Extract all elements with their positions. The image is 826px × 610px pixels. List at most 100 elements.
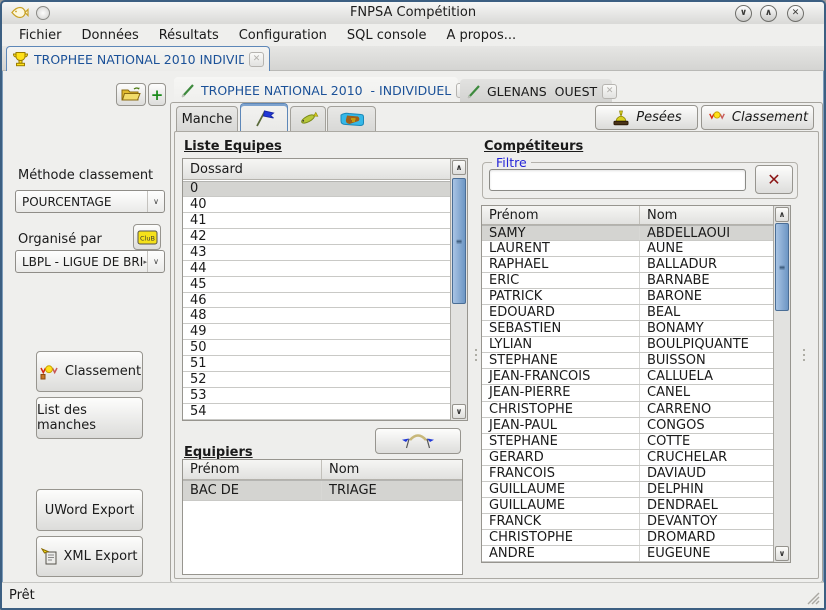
- equipes-header[interactable]: Dossard: [183, 159, 450, 180]
- scroll-up-icon[interactable]: ∧: [452, 160, 466, 175]
- table-row[interactable]: FRANCKDEVANTOY: [482, 514, 773, 530]
- table-row[interactable]: CHRISTOPHECARRENO: [482, 402, 773, 418]
- tab-close-icon[interactable]: ✕: [249, 52, 264, 67]
- table-row[interactable]: 43: [183, 245, 450, 261]
- tab-close-icon[interactable]: ✕: [602, 84, 617, 99]
- equipes-scrollbar[interactable]: ∧ ≡ ∨: [450, 159, 467, 420]
- competitors-header[interactable]: Prénom Nom: [482, 206, 773, 225]
- table-row[interactable]: 42: [183, 229, 450, 245]
- menu-a-propos[interactable]: A propos...: [437, 26, 525, 45]
- table-row[interactable]: 52: [183, 372, 450, 388]
- doc-tab-glenans[interactable]: GLENANS OUEST ✕: [460, 79, 612, 103]
- uword-export-label: UWord Export: [45, 503, 135, 518]
- table-row[interactable]: CHRISTOPHEDROMARD: [482, 530, 773, 546]
- table-row[interactable]: LYLIANBOULPIQUANTE: [482, 337, 773, 353]
- table-row[interactable]: 49: [183, 324, 450, 340]
- maximize-icon[interactable]: ∧: [760, 5, 777, 22]
- tab-manche[interactable]: Manche: [176, 106, 238, 131]
- close-icon[interactable]: ✕: [787, 5, 804, 22]
- xml-doc-icon: [41, 548, 58, 565]
- table-row[interactable]: GERARDCRUCHELAR: [482, 450, 773, 466]
- table-row[interactable]: JEAN-PIERRECANEL: [482, 385, 773, 401]
- tab-flag[interactable]: [240, 103, 288, 131]
- swap-equipier-button[interactable]: [375, 428, 461, 454]
- table-row[interactable]: 41: [183, 213, 450, 229]
- open-file-button[interactable]: [116, 83, 146, 106]
- menu-donnees[interactable]: Données: [73, 26, 148, 45]
- table-row[interactable]: JEAN-PAULCONGOS: [482, 418, 773, 434]
- menu-configuration[interactable]: Configuration: [230, 26, 336, 45]
- table-cell: BUISSON: [639, 353, 773, 368]
- fish-icon: [297, 111, 319, 127]
- resize-grip-icon[interactable]: [804, 589, 820, 605]
- table-row[interactable]: EDOUARDBEAL: [482, 305, 773, 321]
- table-row[interactable]: STEPHANECOTTE: [482, 434, 773, 450]
- menu-sql-console[interactable]: SQL console: [338, 26, 436, 45]
- scrollbar-thumb[interactable]: ≡: [452, 178, 466, 304]
- table-row[interactable]: ANDREEUGEUNE: [482, 546, 773, 562]
- table-cell: AUNE: [639, 241, 773, 256]
- menu-fichier[interactable]: Fichier: [10, 26, 71, 45]
- equipes-title: Liste Equipes: [184, 139, 282, 154]
- table-row[interactable]: 53: [183, 388, 450, 404]
- table-row[interactable]: 45: [183, 277, 450, 293]
- scroll-down-icon[interactable]: ∨: [452, 404, 466, 419]
- classement-sidebar-button[interactable]: Classement: [36, 351, 143, 392]
- clear-filter-button[interactable]: ✕: [755, 165, 793, 194]
- table-row[interactable]: BAC DETRIAGE: [183, 480, 462, 501]
- list-manches-label: List des manches: [37, 403, 142, 433]
- table-row[interactable]: 48: [183, 308, 450, 324]
- equipiers-header[interactable]: Prénom Nom: [183, 460, 462, 480]
- table-row[interactable]: GUILLAUMEDENDRAEL: [482, 498, 773, 514]
- method-select[interactable]: POURCENTAGE ∨: [15, 190, 165, 213]
- minimize-icon[interactable]: ∨: [735, 5, 752, 22]
- table-row[interactable]: 51: [183, 356, 450, 372]
- table-row[interactable]: RAPHAELBALLADUR: [482, 257, 773, 273]
- table-row[interactable]: GUILLAUMEDELPHIN: [482, 482, 773, 498]
- fish-app-icon: [10, 5, 29, 20]
- splitter-left[interactable]: [473, 135, 478, 575]
- table-cell: 51: [183, 356, 207, 371]
- list-manches-button[interactable]: List des manches: [36, 397, 143, 439]
- splitter-right[interactable]: [801, 135, 806, 575]
- table-row[interactable]: 44: [183, 261, 450, 277]
- table-cell: 0: [183, 181, 198, 196]
- doc-tab-trophee[interactable]: TROPHEE NATIONAL 2010 - INDIVIDUEL ✕: [174, 77, 458, 103]
- competitors-scrollbar[interactable]: ∧ ≡ ∨: [773, 206, 790, 562]
- add-button[interactable]: +: [148, 83, 166, 106]
- table-row[interactable]: STEPHANEBUISSON: [482, 353, 773, 369]
- method-label: Méthode classement: [18, 168, 153, 183]
- scroll-up-icon[interactable]: ∧: [775, 207, 789, 222]
- uword-export-button[interactable]: UWord Export: [36, 489, 143, 531]
- menu-resultats[interactable]: Résultats: [150, 26, 228, 45]
- table-row[interactable]: ERICBARNABE: [482, 273, 773, 289]
- filter-input[interactable]: [489, 169, 746, 191]
- table-row[interactable]: LAURENTAUNE: [482, 241, 773, 257]
- table-row[interactable]: 50: [183, 340, 450, 356]
- window-menu-button[interactable]: [36, 6, 50, 20]
- pesees-button[interactable]: Pesées: [595, 105, 698, 130]
- organizer-select[interactable]: LBPL - LIGUE DE BRI ▸ ∨: [15, 250, 165, 273]
- xml-export-button[interactable]: XML Export: [36, 536, 143, 577]
- filter-label: Filtre: [492, 155, 531, 170]
- table-row[interactable]: 54: [183, 404, 450, 420]
- table-cell: ANDRE: [482, 546, 639, 561]
- tab-fish[interactable]: [290, 106, 326, 131]
- table-row[interactable]: SAMYABDELLAOUI: [482, 225, 773, 241]
- table-row[interactable]: FRANCOISDAVIAUD: [482, 466, 773, 482]
- scroll-down-icon[interactable]: ∨: [775, 546, 789, 561]
- table-row[interactable]: SEBASTIENBONAMY: [482, 321, 773, 337]
- tab-trophee-national[interactable]: TROPHEE NATIONAL 2010 INDIVIDUEL ✕: [6, 46, 270, 71]
- classement-toolbar-button[interactable]: Classement: [701, 105, 814, 130]
- table-row[interactable]: JEAN-FRANCOISCALLUELA: [482, 369, 773, 385]
- table-row[interactable]: PATRICKBARONE: [482, 289, 773, 305]
- table-cell: CARRENO: [639, 402, 773, 417]
- table-row[interactable]: 0: [183, 181, 450, 197]
- table-cell: BAC DE: [183, 483, 321, 498]
- scrollbar-thumb[interactable]: ≡: [775, 223, 789, 311]
- equipiers-title: Equipiers: [184, 445, 253, 460]
- table-row[interactable]: 46: [183, 293, 450, 309]
- club-button[interactable]: CluB: [133, 224, 161, 250]
- tab-map[interactable]: [327, 106, 376, 131]
- table-row[interactable]: 40: [183, 197, 450, 213]
